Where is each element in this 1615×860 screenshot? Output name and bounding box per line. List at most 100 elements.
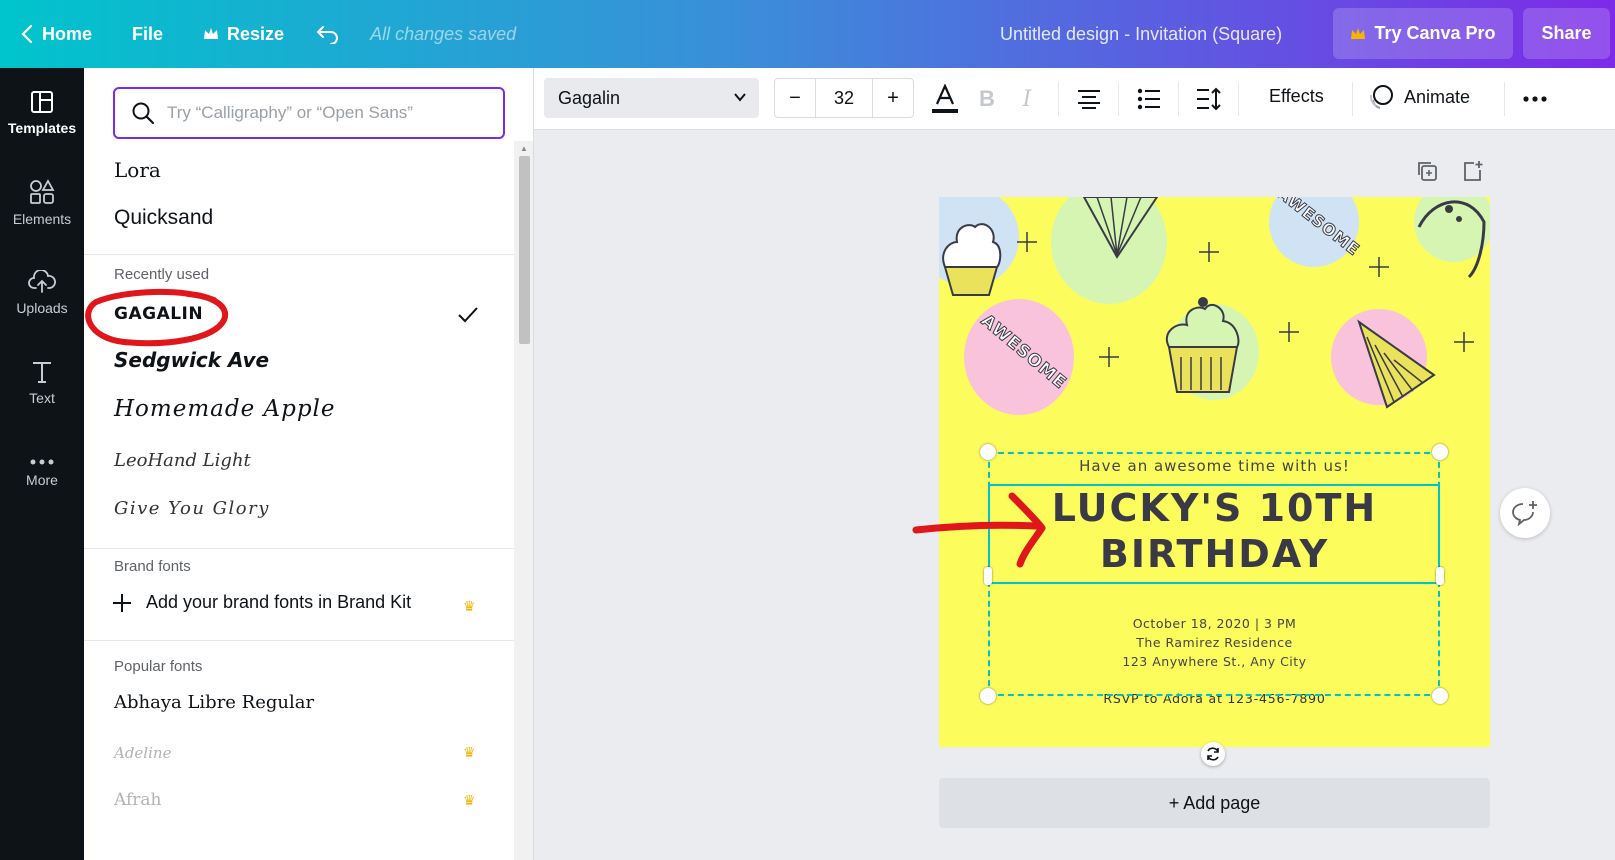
font-item-leohand-light[interactable]: LeoHand Light — [114, 450, 251, 471]
toolbar-separator — [1058, 82, 1059, 116]
font-item-quicksand[interactable]: Quicksand — [114, 206, 213, 230]
add-comment-icon — [1512, 501, 1537, 526]
party-illustrations — [939, 197, 1490, 415]
font-item-adeline[interactable]: Adeline — [114, 744, 171, 762]
annotation-circle — [85, 289, 229, 347]
font-size-stepper: − 32 + — [774, 78, 914, 118]
crown-icon — [1351, 27, 1366, 39]
rail-item-text[interactable]: Text — [0, 338, 84, 428]
more-dots-icon — [1523, 96, 1547, 102]
toolbar-separator — [1504, 82, 1505, 116]
effects-button[interactable]: Effects — [1269, 86, 1324, 107]
checkmark-icon — [458, 307, 478, 323]
more-dots-icon — [30, 459, 54, 465]
scrollbar-thumb[interactable] — [519, 156, 530, 344]
brand-fonts-label: Brand fonts — [114, 558, 191, 575]
top-bar: Home File Resize All changes saved Untit… — [0, 0, 1615, 68]
bullet-list-icon — [1137, 88, 1160, 110]
text-selection-box — [988, 484, 1440, 584]
resize-handle[interactable] — [980, 444, 996, 460]
rail-label: Uploads — [16, 300, 68, 316]
align-center-button[interactable] — [1072, 82, 1106, 116]
resize-handle[interactable] — [980, 688, 996, 704]
chevron-left-icon — [21, 24, 33, 44]
text-icon — [33, 362, 51, 383]
crown-icon — [204, 28, 219, 39]
animate-button[interactable]: Animate — [1368, 84, 1470, 110]
panel-scrollbar[interactable]: ▲ — [514, 141, 533, 860]
try-pro-label: Try Canva Pro — [1374, 23, 1496, 43]
resize-button[interactable]: Resize — [183, 0, 304, 68]
rotate-handle[interactable] — [1201, 742, 1225, 766]
add-comment-button[interactable] — [1500, 488, 1550, 538]
font-family-value: Gagalin — [558, 87, 621, 108]
add-brand-fonts-row[interactable]: Add your brand fonts in Brand Kit — [112, 592, 411, 613]
animate-icon — [1369, 85, 1393, 109]
italic-icon: I — [1022, 86, 1032, 112]
crown-icon: ♛ — [463, 744, 476, 760]
font-family-dropdown[interactable]: Gagalin — [544, 78, 759, 118]
font-item-lora[interactable]: Lora — [114, 158, 161, 182]
rail-label: Text — [29, 390, 55, 406]
font-panel: Lora Quicksand Recently used GAGALIN Sed… — [84, 68, 534, 860]
search-icon — [132, 102, 155, 125]
divider — [84, 640, 514, 641]
resize-label: Resize — [227, 23, 285, 44]
add-page-icon[interactable] — [1462, 160, 1484, 182]
resize-handle[interactable] — [1432, 444, 1448, 460]
toolbar-separator — [1178, 82, 1179, 116]
rail-item-templates[interactable]: Templates — [0, 68, 84, 158]
upload-cloud-icon — [28, 270, 56, 293]
line-spacing-icon — [1197, 87, 1221, 111]
rail-label: More — [26, 472, 58, 488]
italic-button[interactable]: I — [1010, 82, 1044, 116]
font-item-afrah[interactable]: Afrah — [114, 790, 161, 810]
design-page[interactable]: AWESOME AWESOME Have an awesome time wit… — [939, 197, 1490, 747]
file-menu-button[interactable]: File — [112, 0, 183, 68]
divider — [84, 548, 514, 549]
font-item-give-you-glory[interactable]: Give You Glory — [114, 498, 270, 519]
recently-used-label: Recently used — [114, 266, 210, 283]
align-center-icon — [1078, 90, 1100, 109]
toolbar-separator — [1118, 82, 1119, 116]
rail-label: Templates — [7, 120, 77, 136]
font-size-value[interactable]: 32 — [815, 79, 873, 117]
decrease-size-button[interactable]: − — [775, 79, 815, 117]
file-label: File — [132, 23, 164, 44]
text-color-icon — [932, 84, 958, 113]
side-handle[interactable] — [1436, 567, 1444, 585]
rail-item-more[interactable]: More — [0, 428, 84, 518]
duplicate-page-icon[interactable] — [1416, 160, 1438, 182]
try-canva-pro-button[interactable]: Try Canva Pro — [1333, 8, 1513, 59]
list-button[interactable] — [1132, 82, 1166, 116]
resize-handle[interactable] — [1432, 688, 1448, 704]
templates-icon — [31, 91, 53, 113]
undo-button[interactable] — [304, 0, 360, 68]
scroll-up-arrow[interactable]: ▲ — [520, 144, 528, 153]
plus-icon — [113, 593, 131, 612]
toolbar-separator — [1238, 82, 1239, 116]
annotation-arrow — [912, 492, 1046, 568]
text-toolbar: Gagalin − 32 + B I Effects Animate — [534, 68, 1615, 130]
add-page-button[interactable]: + Add page — [939, 778, 1490, 828]
font-search-input[interactable] — [167, 103, 487, 123]
increase-size-button[interactable]: + — [873, 79, 913, 117]
text-color-button[interactable] — [928, 82, 962, 116]
spacing-button[interactable] — [1192, 82, 1226, 116]
font-item-homemade-apple[interactable]: Homemade Apple — [114, 396, 336, 422]
rail-item-elements[interactable]: Elements — [0, 158, 84, 248]
font-item-abhaya-libre[interactable]: Abhaya Libre Regular — [114, 692, 314, 713]
document-title[interactable]: Untitled design - Invitation (Square) — [1000, 0, 1282, 68]
save-status: All changes saved — [370, 23, 517, 44]
more-options-button[interactable] — [1518, 82, 1552, 116]
side-rail: Templates Elements Uploads Text More — [0, 68, 84, 860]
chevron-down-icon — [734, 93, 746, 102]
elements-icon — [30, 179, 55, 204]
popular-fonts-label: Popular fonts — [114, 658, 203, 675]
home-button[interactable]: Home — [0, 0, 112, 68]
font-search-box[interactable] — [113, 87, 505, 139]
bold-button[interactable]: B — [970, 82, 1004, 116]
font-item-sedgwick-ave[interactable]: Sedgwick Ave — [114, 348, 269, 372]
share-button[interactable]: Share — [1523, 8, 1610, 59]
rail-item-uploads[interactable]: Uploads — [0, 248, 84, 338]
